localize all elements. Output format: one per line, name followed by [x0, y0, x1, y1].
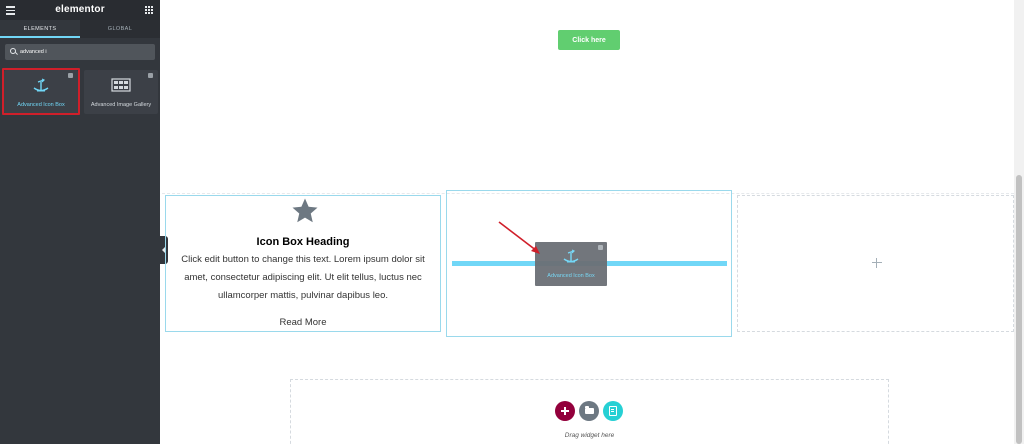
panel-tabs: ELEMENTS GLOBAL — [0, 20, 160, 38]
click-here-button[interactable]: Click here — [558, 30, 620, 50]
widget-label: Advanced Icon Box — [547, 273, 595, 279]
widget-search — [5, 44, 155, 60]
add-template-button[interactable] — [579, 401, 599, 421]
column-drop-target[interactable]: Advanced Icon Box — [446, 190, 732, 337]
read-more-link[interactable]: Read More — [166, 317, 440, 328]
icon-box-icon — [33, 78, 49, 92]
pro-badge-icon — [68, 73, 73, 78]
pro-badge-icon — [148, 73, 153, 78]
page-scrollbar[interactable] — [1014, 0, 1024, 444]
template-kit-icon — [609, 406, 617, 416]
brand-logo: elementor — [55, 4, 105, 15]
elementor-panel: elementor ELEMENTS GLOBAL Advanced Icon … — [0, 0, 160, 444]
icon-box-text: Click edit button to change this text. L… — [181, 254, 425, 301]
widget-label: Advanced Icon Box — [17, 102, 65, 108]
widget-advanced-image-gallery[interactable]: Advanced Image Gallery — [84, 70, 158, 114]
scrollbar-thumb[interactable] — [1016, 175, 1022, 444]
column-icon-box[interactable]: Icon Box Heading Click edit button to ch… — [165, 195, 441, 332]
drag-widget-hint: Drag widget here — [564, 432, 615, 439]
add-section-button[interactable] — [555, 401, 575, 421]
panel-header: elementor — [0, 0, 160, 20]
widgets-grid-icon[interactable] — [145, 6, 153, 14]
widget-label: Advanced Image Gallery — [90, 102, 152, 108]
pro-badge-icon — [598, 245, 603, 250]
widget-advanced-icon-box[interactable]: Advanced Icon Box — [4, 70, 78, 114]
icon-box-icon — [563, 249, 579, 263]
annotation-arrow-icon — [498, 221, 540, 254]
image-gallery-icon — [111, 78, 131, 92]
search-icon — [10, 48, 16, 54]
folder-icon — [585, 406, 594, 414]
tab-global[interactable]: GLOBAL — [80, 20, 160, 38]
search-input[interactable] — [20, 44, 150, 60]
tab-elements[interactable]: ELEMENTS — [0, 20, 80, 38]
column-empty[interactable] — [737, 195, 1014, 332]
icon-box-heading: Icon Box Heading — [256, 236, 350, 248]
add-widget-plus-icon[interactable] — [872, 258, 882, 268]
envato-kit-button[interactable] — [603, 401, 623, 421]
add-new-section: Drag widget here — [290, 379, 889, 444]
star-icon — [292, 198, 318, 223]
